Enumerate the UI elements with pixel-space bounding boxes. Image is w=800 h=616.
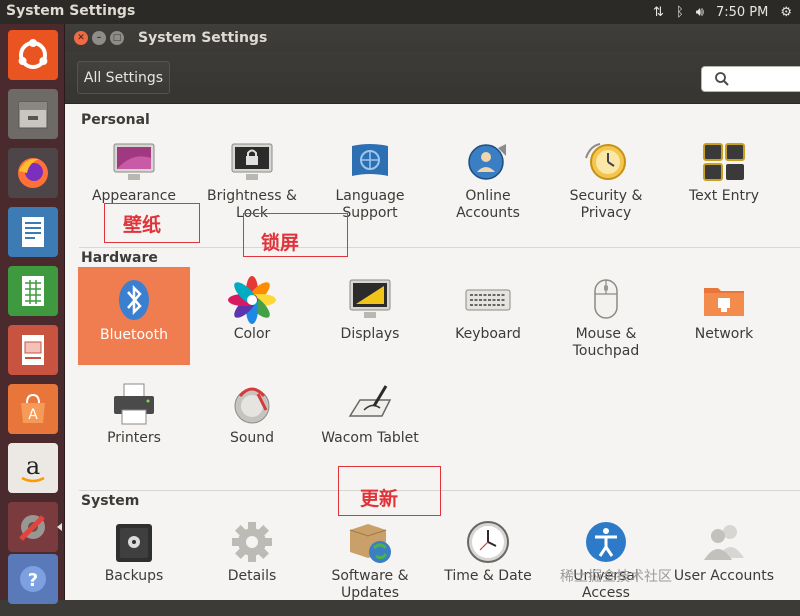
- software-center-icon[interactable]: A: [8, 384, 58, 434]
- sound-icon: [234, 387, 270, 424]
- network-transfer-icon[interactable]: ⇅: [653, 5, 664, 20]
- svg-text:a: a: [26, 452, 40, 480]
- system-settings-icon[interactable]: [8, 502, 62, 552]
- search-icon: [715, 72, 729, 86]
- launcher: A a ?: [0, 24, 65, 604]
- help-icon[interactable]: ?: [8, 554, 58, 604]
- maximize-button[interactable]: □: [110, 31, 124, 45]
- clock[interactable]: 7:50 PM: [716, 5, 768, 20]
- text-entry-icon: [703, 143, 745, 181]
- bluetooth-icon: [119, 280, 149, 320]
- settings-item-label: Printers: [107, 430, 161, 446]
- settings-item-time-date[interactable]: Time & Date: [432, 518, 544, 616]
- close-button[interactable]: ✕: [74, 31, 88, 45]
- clock-icon: [467, 521, 509, 563]
- title-bar: ✕ – □ System Settings: [65, 24, 800, 52]
- settings-item-displays[interactable]: Displays: [314, 276, 426, 374]
- amazon-icon[interactable]: a: [8, 443, 58, 493]
- svg-text:?: ?: [28, 570, 38, 591]
- software-updates-icon: [349, 524, 391, 563]
- writer-icon[interactable]: [8, 207, 58, 257]
- settings-item-label: Online Accounts: [456, 188, 520, 221]
- settings-item-label: Security & Privacy: [569, 188, 643, 221]
- minimize-button[interactable]: –: [92, 31, 106, 45]
- window-title: System Settings: [138, 30, 268, 46]
- settings-item-label: Details: [227, 568, 277, 584]
- universal-access-icon: [586, 522, 626, 562]
- firefox-icon[interactable]: [8, 148, 58, 198]
- security-privacy-icon: [585, 143, 626, 180]
- settings-item-label: Wacom Tablet: [321, 430, 419, 446]
- settings-item-network[interactable]: Network: [668, 276, 780, 374]
- system-settings-window: ✕ – □ System Settings All Settings Perso…: [65, 24, 800, 601]
- annotation-wallpaper: 壁纸: [123, 214, 162, 236]
- section-divider: [79, 247, 800, 248]
- settings-item-bluetooth[interactable]: Bluetooth: [78, 267, 190, 365]
- section-title-personal: Personal: [81, 112, 150, 128]
- settings-content: Personal Appearance Brightness & Lock La…: [65, 104, 800, 601]
- annotation-update: 更新: [360, 488, 399, 510]
- settings-item-label: Backups: [104, 568, 164, 584]
- toolbar: All Settings: [65, 52, 800, 104]
- wacom-tablet-icon: [348, 385, 392, 417]
- section-title-system: System: [81, 493, 140, 509]
- settings-item-label: Mouse & Touchpad: [572, 326, 640, 359]
- settings-item-label: Sound: [229, 430, 275, 446]
- bluetooth-tray-icon[interactable]: ᛒ: [676, 5, 684, 20]
- network-icon: [704, 288, 744, 316]
- settings-item-label: Bluetooth: [100, 327, 168, 343]
- impress-icon[interactable]: [8, 325, 58, 375]
- top-panel-title: System Settings: [6, 3, 136, 19]
- active-indicator: [57, 523, 62, 531]
- settings-item-details[interactable]: Details: [196, 518, 308, 616]
- settings-item-text-entry[interactable]: Text Entry: [668, 138, 780, 236]
- settings-item-printers[interactable]: Printers: [78, 380, 190, 478]
- backups-icon: [116, 524, 152, 562]
- watermark: 稀土掘金技术社区: [560, 569, 672, 585]
- keyboard-icon: [465, 289, 511, 311]
- settings-item-keyboard[interactable]: Keyboard: [432, 276, 544, 374]
- gear-icon[interactable]: ⚙: [780, 5, 792, 20]
- top-panel: System Settings ⇅ ᛒ 🔊︎ 7:50 PM ⚙: [0, 0, 800, 24]
- ubuntu-dash-icon[interactable]: [8, 30, 58, 80]
- files-icon[interactable]: [8, 89, 58, 139]
- annotation-lockscreen: 锁屏: [261, 232, 300, 254]
- system-tray: ⇅ ᛒ 🔊︎ 7:50 PM ⚙: [653, 0, 792, 24]
- lock-screen-icon: [231, 143, 273, 180]
- settings-item-online-accounts[interactable]: Online Accounts: [432, 138, 544, 236]
- svg-text:A: A: [28, 407, 38, 423]
- language-icon: [352, 144, 388, 176]
- settings-item-label: Displays: [340, 326, 400, 342]
- settings-item-label: Network: [694, 326, 754, 342]
- all-settings-button[interactable]: All Settings: [77, 61, 170, 94]
- details-icon: [232, 522, 272, 562]
- settings-item-label: Color: [233, 326, 271, 342]
- online-accounts-icon: [468, 144, 506, 180]
- volume-icon[interactable]: 🔊︎: [696, 5, 704, 20]
- user-accounts-icon: [704, 525, 744, 560]
- settings-item-security-privacy[interactable]: Security & Privacy: [550, 138, 662, 236]
- settings-item-backups[interactable]: Backups: [78, 518, 190, 616]
- printer-icon: [114, 383, 154, 425]
- mouse-icon: [594, 279, 618, 319]
- section-title-hardware: Hardware: [81, 250, 158, 266]
- settings-item-software-updates[interactable]: Software & Updates: [314, 518, 426, 616]
- settings-item-label: User Accounts: [673, 568, 775, 584]
- settings-item-label: Keyboard: [455, 326, 521, 342]
- settings-item-label: Time & Date: [444, 568, 532, 584]
- color-icon: [228, 276, 276, 324]
- settings-item-label: Software & Updates: [331, 568, 409, 601]
- settings-item-color[interactable]: Color: [196, 276, 308, 374]
- settings-item-wacom-tablet[interactable]: Wacom Tablet: [314, 380, 426, 478]
- displays-icon: [349, 279, 391, 318]
- search-input[interactable]: [701, 66, 800, 92]
- settings-item-mouse-touchpad[interactable]: Mouse & Touchpad: [550, 276, 662, 374]
- settings-item-label: Text Entry: [688, 188, 759, 204]
- calc-icon[interactable]: [8, 266, 58, 316]
- settings-item-user-accounts[interactable]: User Accounts: [668, 518, 780, 616]
- appearance-icon: [113, 143, 155, 180]
- settings-item-sound[interactable]: Sound: [196, 380, 308, 478]
